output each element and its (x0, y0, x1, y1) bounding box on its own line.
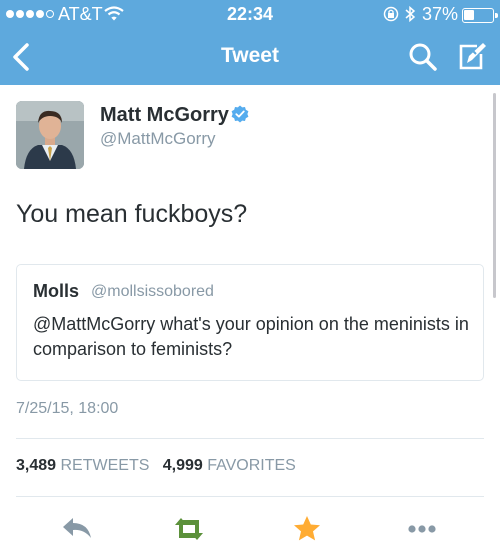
tweet-text: You mean fuckboys? (16, 200, 248, 228)
app-header: AT&T 22:34 37% Tweet (0, 0, 500, 85)
retweet-button[interactable] (172, 514, 206, 544)
compose-icon (459, 43, 486, 70)
more-button[interactable] (405, 514, 439, 544)
retweet-icon (175, 518, 203, 540)
search-icon (409, 43, 437, 71)
verified-badge-icon (231, 105, 249, 123)
tweet-action-bar (0, 508, 500, 548)
favorites-label: FAVORITES (207, 457, 296, 474)
divider (16, 496, 484, 497)
more-icon (408, 525, 436, 533)
scrollbar[interactable] (493, 93, 496, 298)
status-bar: AT&T 22:34 37% (0, 0, 500, 30)
tweet-timestamp: 7/25/15, 18:00 (16, 400, 119, 417)
favorites-stat[interactable]: 4,999 FAVORITES (163, 457, 296, 474)
author-name[interactable]: Matt McGorry (100, 104, 229, 127)
favorites-count: 4,999 (162, 457, 203, 474)
battery-level (464, 10, 474, 20)
quoted-tweet-card[interactable]: Molls @mollsissobored @MattMcGorry what'… (16, 264, 484, 381)
reply-icon (63, 518, 91, 538)
profile-photo (16, 101, 84, 169)
tweet-stats: 3,489 RETWEETS 4,999 FAVORITES (16, 457, 296, 475)
battery-percent: 37% (422, 4, 459, 24)
rotation-lock-icon (383, 6, 399, 22)
retweets-stat[interactable]: 3,489 RETWEETS (16, 457, 149, 474)
retweets-label: RETWEETS (60, 457, 150, 474)
divider (16, 438, 484, 439)
retweets-count: 3,489 (16, 457, 57, 474)
reply-button[interactable] (60, 514, 94, 544)
bluetooth-icon (405, 5, 416, 23)
quoted-author-handle: @mollsissobored (91, 283, 214, 300)
quoted-author-name: Molls (33, 281, 80, 301)
search-button[interactable] (407, 40, 439, 74)
author-handle[interactable]: @MattMcGorry (100, 129, 215, 149)
nav-bar: Tweet (0, 30, 500, 85)
quoted-tweet-text: @MattMcGorry what's your opinion on the … (33, 314, 469, 359)
favorite-icon (294, 516, 320, 541)
battery-icon (462, 8, 498, 23)
favorite-button[interactable] (290, 514, 324, 544)
compose-button[interactable] (455, 40, 489, 74)
avatar[interactable] (16, 101, 84, 169)
